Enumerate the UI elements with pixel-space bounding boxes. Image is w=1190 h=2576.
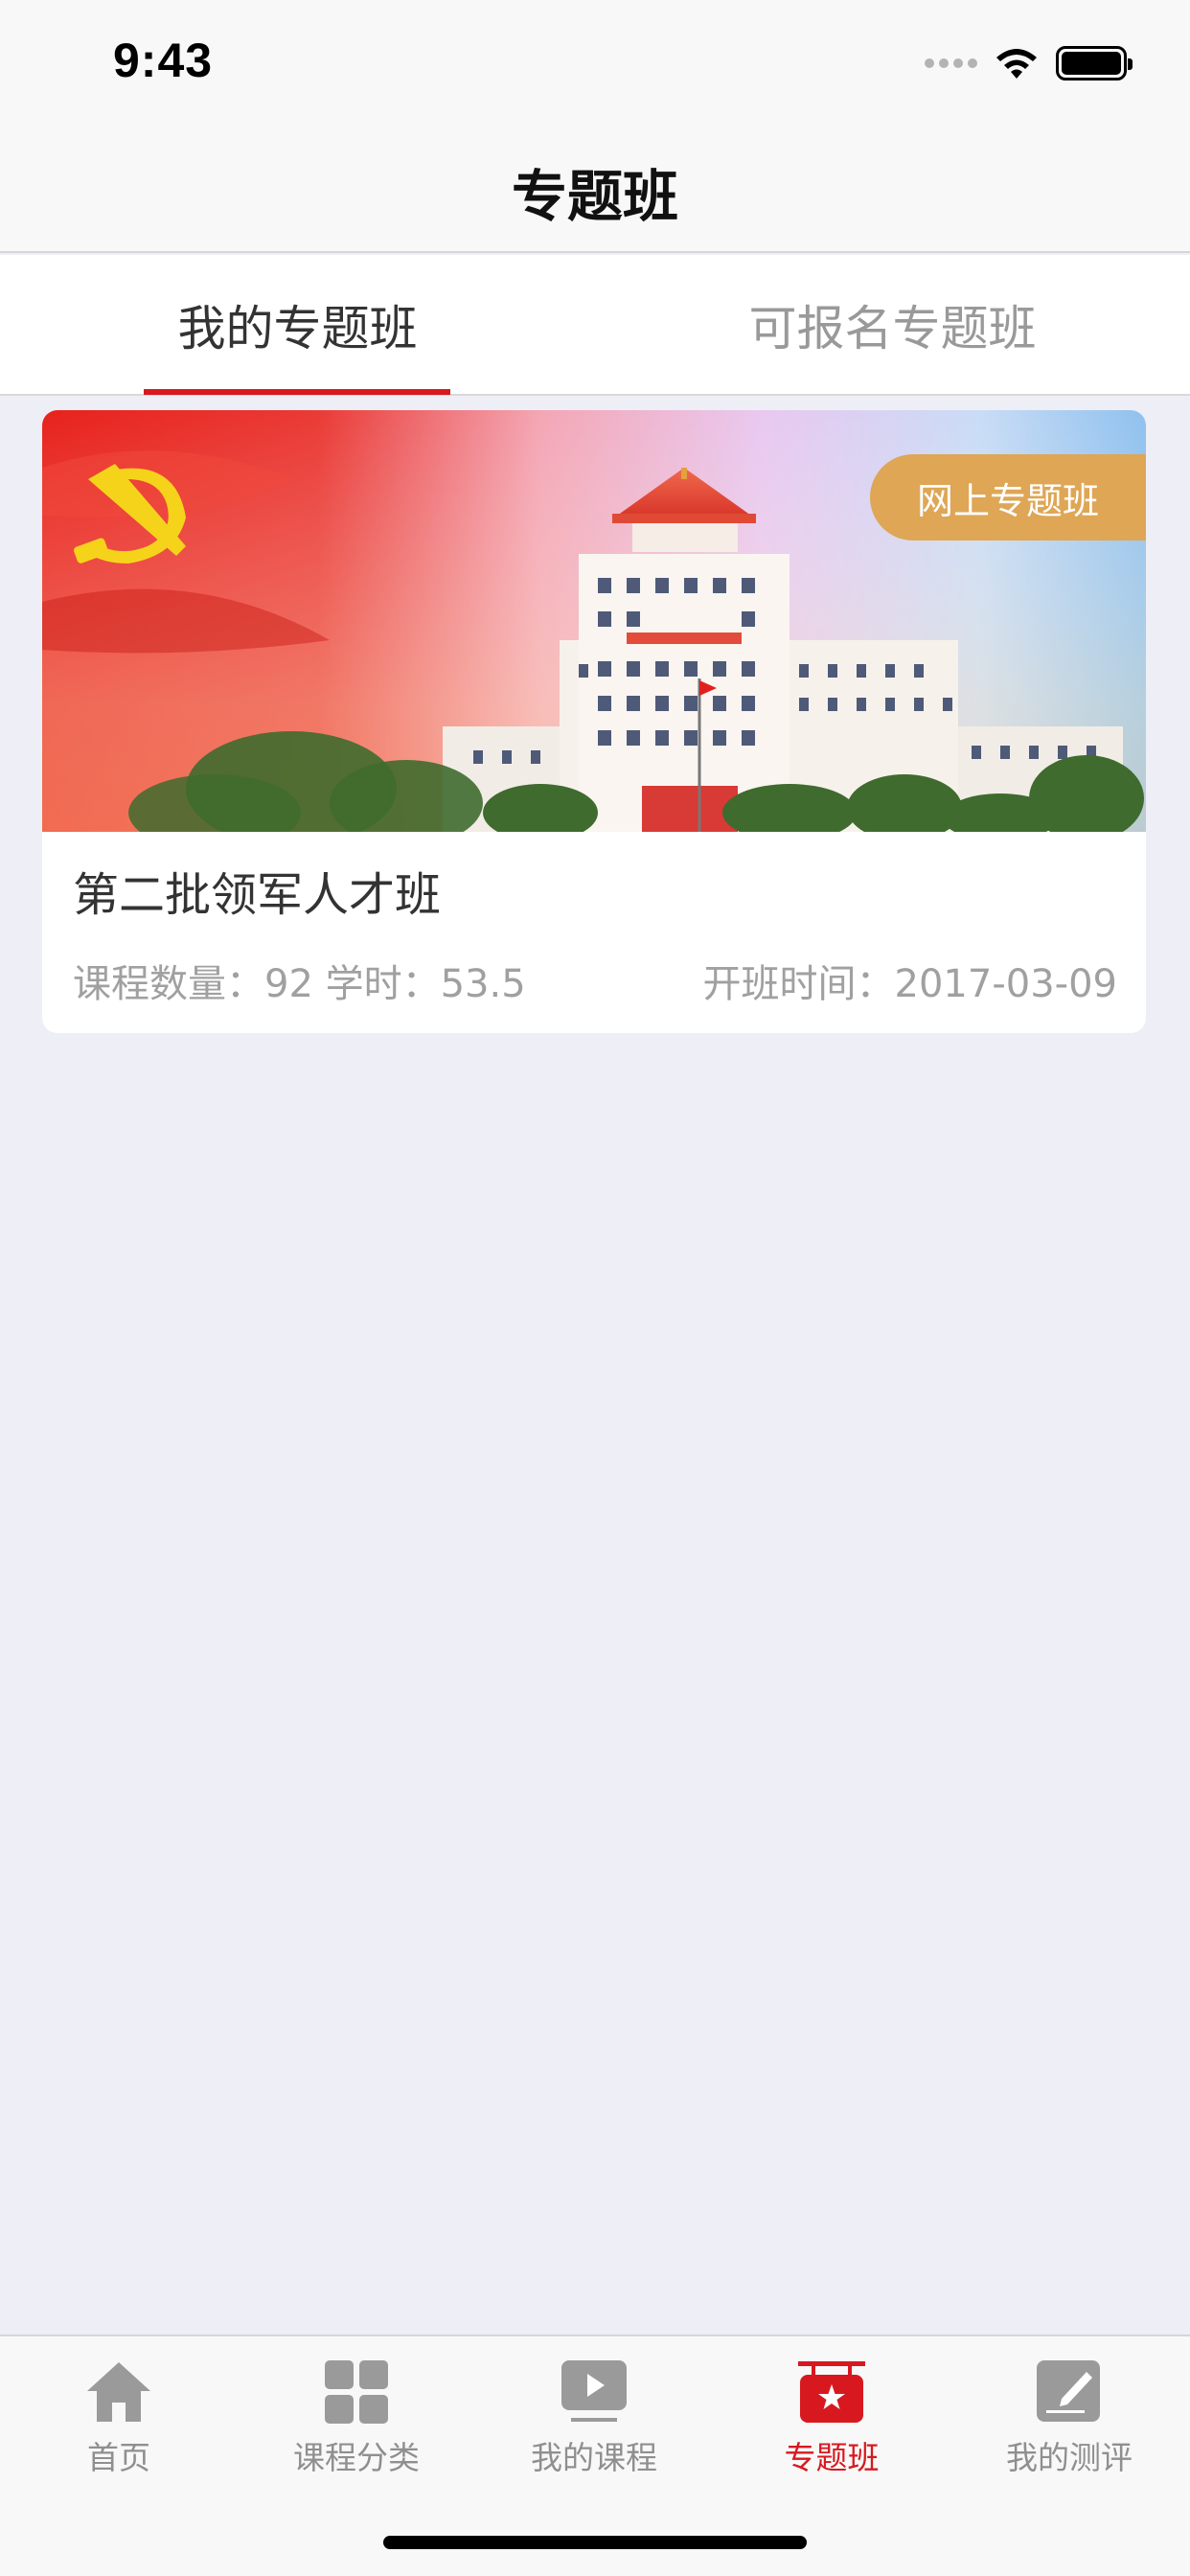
tabbar-item-course-categories[interactable]: 课程分类 [238, 2356, 475, 2499]
tabbar-label: 首页 [87, 2439, 150, 2476]
tabbar-label: 课程分类 [293, 2439, 420, 2476]
page-title: 专题班 [511, 164, 678, 229]
wifi-icon [996, 49, 1037, 79]
tabbar-label: 专题班 [784, 2439, 880, 2476]
grid-icon [322, 2358, 391, 2426]
card-banner-image: 网上专题班 [42, 410, 1146, 832]
tab-enrollable-special-classes[interactable]: 可报名专题班 [595, 255, 1190, 394]
card-title: 第二批领军人才班 [73, 868, 442, 922]
tab-my-special-classes[interactable]: 我的专题班 [0, 255, 595, 394]
tabbar-label: 我的测评 [1006, 2439, 1133, 2476]
tabbar-item-my-assessments[interactable]: 我的测评 [950, 2356, 1188, 2499]
battery-icon [1056, 46, 1133, 80]
home-indicator[interactable] [383, 2536, 807, 2549]
tabbar-item-special-classes[interactable]: 专题班 [713, 2356, 950, 2499]
status-time: 9:43 [113, 34, 214, 87]
special-class-icon [797, 2358, 866, 2426]
tabbar-item-home[interactable]: 首页 [0, 2356, 238, 2499]
navigation-bar: 专题班 [0, 130, 1190, 253]
home-icon [84, 2358, 153, 2426]
signal-icon [925, 58, 977, 68]
segment-tabs: 我的专题班 可报名专题班 [0, 255, 1190, 396]
status-bar: 9:43 [0, 0, 1190, 130]
tabbar-item-my-courses[interactable]: 我的课程 [475, 2356, 713, 2499]
online-class-badge: 网上专题班 [870, 454, 1146, 540]
play-icon [560, 2358, 629, 2426]
start-date: 开班时间：2017-03-09 [702, 962, 1117, 1006]
course-count-and-hours: 课程数量：92 学时：53.5 [73, 962, 526, 1006]
status-icons [925, 42, 1133, 84]
assessment-icon [1035, 2358, 1104, 2426]
special-class-card[interactable]: 网上专题班 第二批领军人才班 课程数量：92 学时：53.5 开班时间：2017… [42, 410, 1146, 1033]
active-tab-indicator [144, 389, 450, 395]
tabbar-label: 我的课程 [531, 2439, 657, 2476]
